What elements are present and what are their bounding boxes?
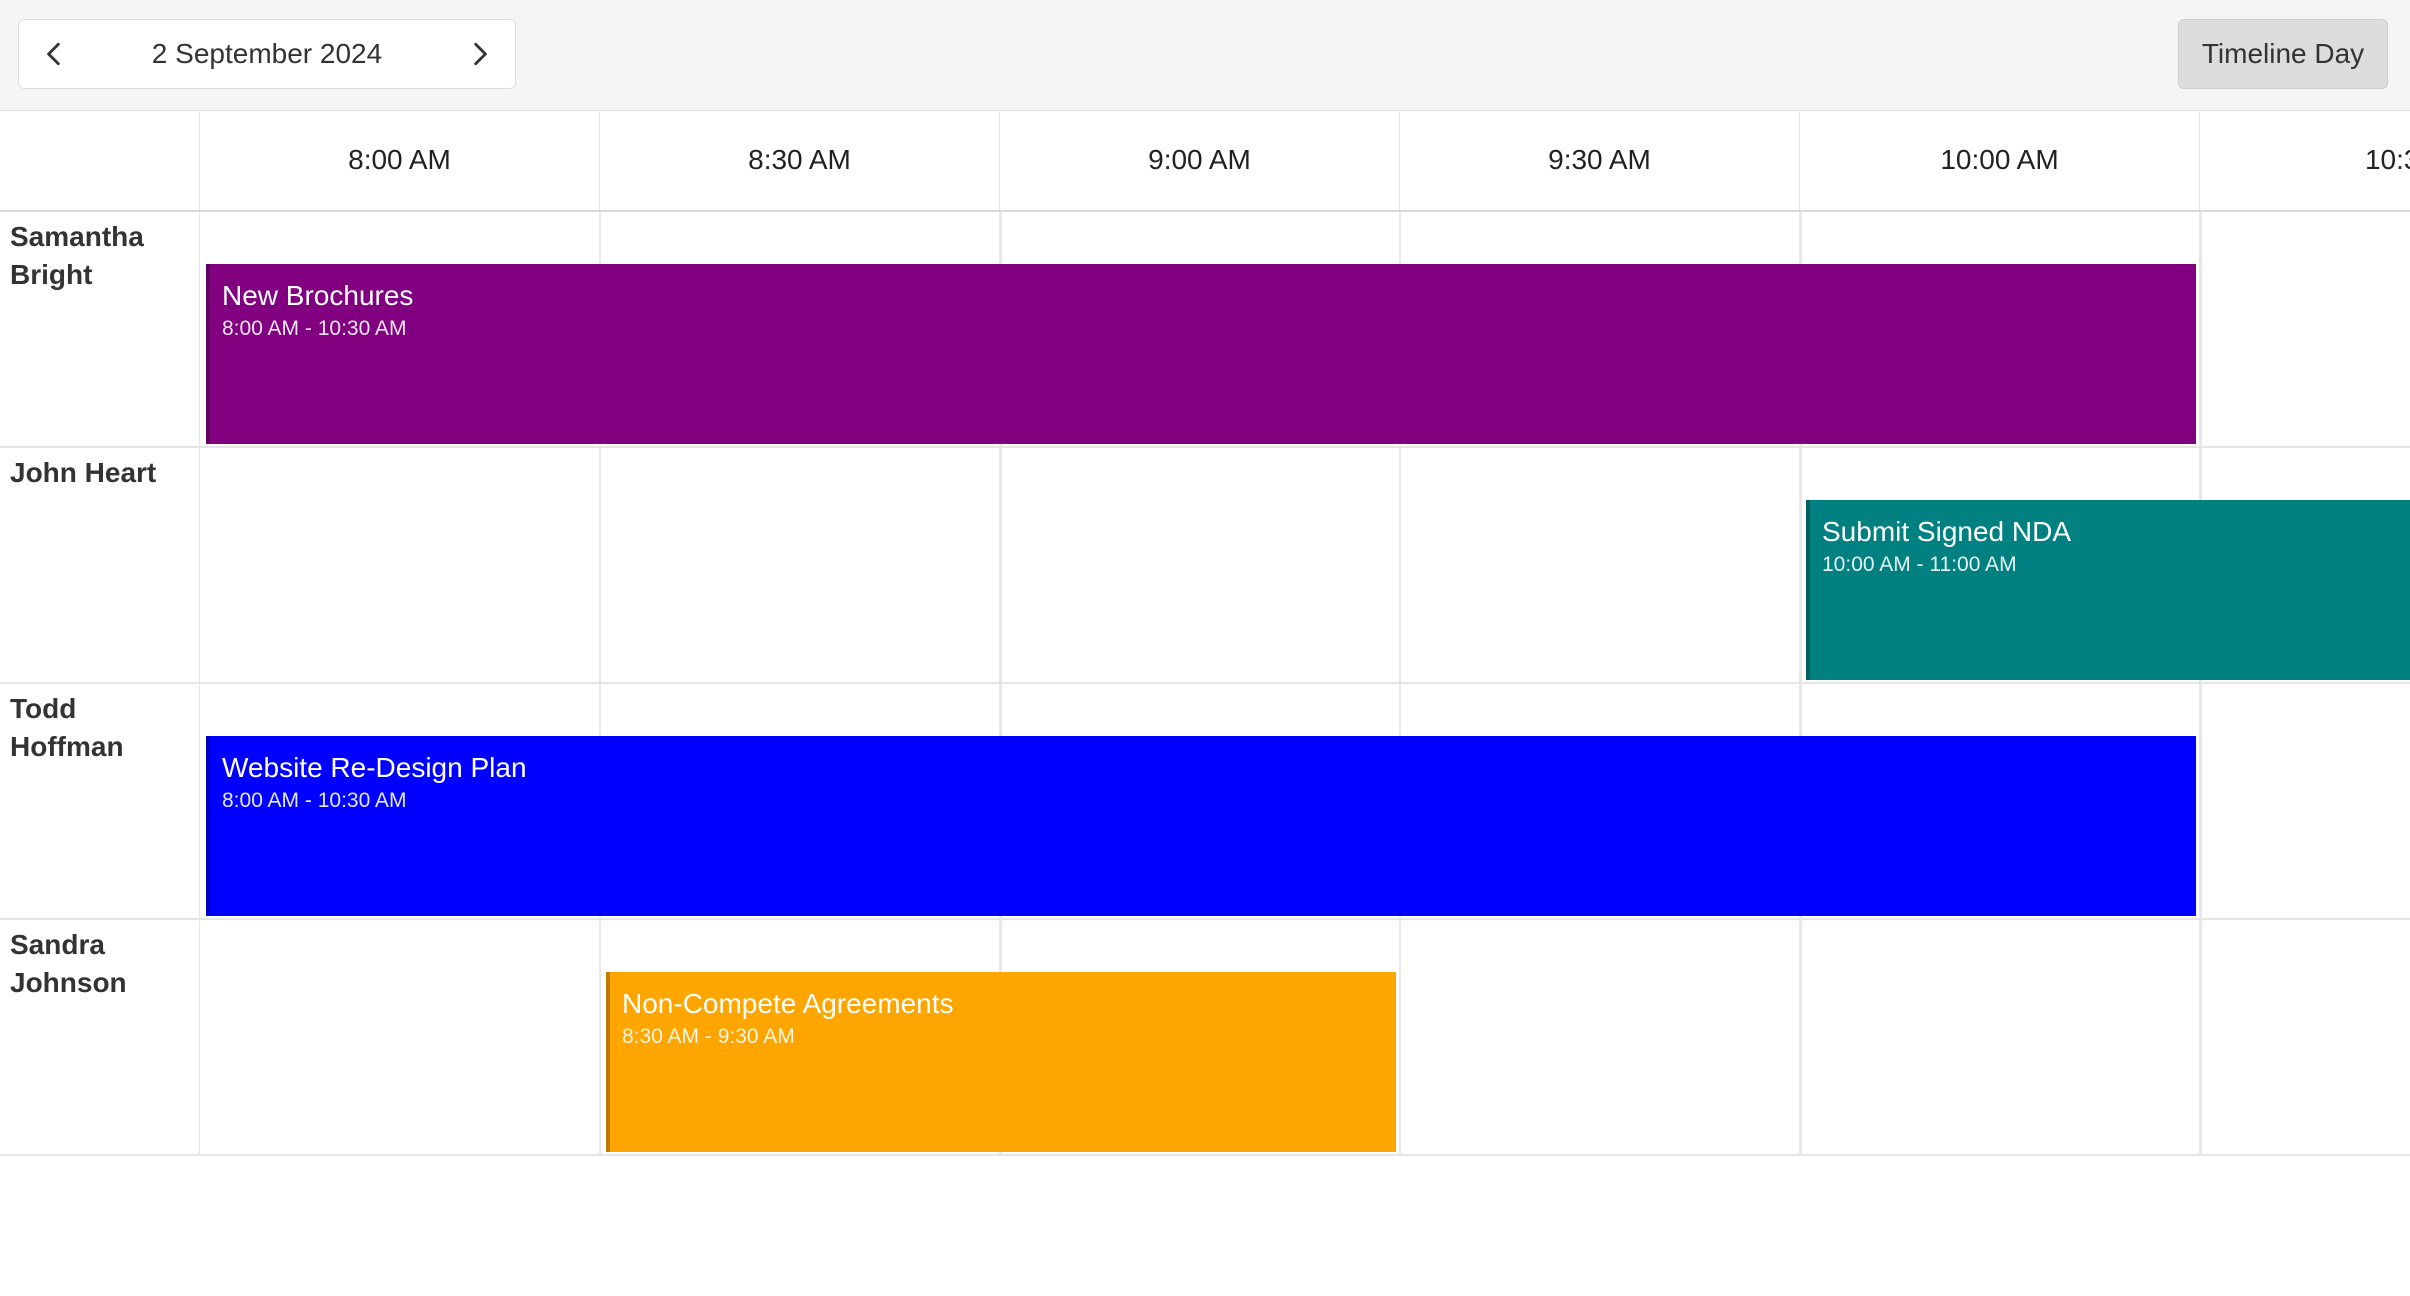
time-header: 8:00 AM 8:30 AM 9:00 AM 9:30 AM 10:00 AM… — [0, 110, 2410, 212]
row-divider — [199, 920, 200, 1154]
resource-rows: Samantha Bright New Brochures 8:00 AM - … — [0, 212, 2410, 1162]
slot-divider — [1399, 920, 1401, 1154]
appointment-new-brochures[interactable]: New Brochures 8:00 AM - 10:30 AM — [206, 264, 2196, 444]
slot-divider — [599, 920, 601, 1154]
appointment-title: Non-Compete Agreements — [622, 988, 954, 1019]
slot-divider — [2199, 212, 2202, 446]
timeline-scheduler: 8:00 AM 8:30 AM 9:00 AM 9:30 AM 10:00 AM… — [0, 110, 2410, 1160]
slot-divider — [2199, 920, 2202, 1154]
slot-divider — [599, 448, 601, 682]
chevron-right-icon — [474, 42, 487, 66]
row-divider — [199, 684, 200, 918]
slot-divider — [2199, 684, 2202, 918]
row-divider — [199, 448, 200, 682]
time-slot-header: 10:00 AM — [1800, 110, 2200, 210]
date-navigator: 2 September 2024 — [18, 19, 516, 89]
appointment-time: 10:00 AM - 11:00 AM — [1822, 553, 2017, 576]
row-divider — [199, 212, 200, 446]
appointment-submit-signed-nda[interactable]: Submit Signed NDA 10:00 AM - 11:00 AM — [1806, 500, 2410, 680]
chevron-left-icon — [47, 42, 60, 66]
appointment-title: Website Re-Design Plan — [222, 752, 527, 783]
slot-divider — [999, 448, 1002, 682]
current-date-label[interactable]: 2 September 2024 — [89, 20, 445, 88]
slot-divider — [1799, 920, 1802, 1154]
resource-row: Samantha Bright New Brochures 8:00 AM - … — [0, 212, 2410, 448]
resource-row: Todd Hoffman Website Re-Design Plan 8:00… — [0, 684, 2410, 920]
slot-divider — [1399, 448, 1401, 682]
appointment-website-redesign-plan[interactable]: Website Re-Design Plan 8:00 AM - 10:30 A… — [206, 736, 2196, 916]
previous-date-button[interactable] — [19, 20, 89, 88]
time-slot-header: 8:00 AM — [200, 110, 600, 210]
scheduler-toolbar: 2 September 2024 Timeline Day — [0, 0, 2410, 111]
appointment-time: 8:00 AM - 10:30 AM — [222, 789, 407, 812]
time-slot-header: 8:30 AM — [600, 110, 1000, 210]
resource-name: John Heart — [10, 457, 157, 488]
appointment-title: New Brochures — [222, 280, 414, 311]
appointment-title: Submit Signed NDA — [1822, 516, 2072, 547]
appointment-time: 8:00 AM - 10:30 AM — [222, 317, 407, 340]
next-date-button[interactable] — [445, 20, 515, 88]
time-slot-header: 10:30 — [2364, 144, 2410, 175]
time-slot-header: 9:00 AM — [1000, 110, 1400, 210]
header-corner-cell — [0, 110, 200, 210]
slot-divider — [1799, 448, 1802, 682]
resource-name: Todd Hoffman — [10, 693, 124, 762]
appointment-non-compete-agreements[interactable]: Non-Compete Agreements 8:30 AM - 9:30 AM — [606, 972, 1396, 1152]
appointment-time: 8:30 AM - 9:30 AM — [622, 1025, 795, 1048]
resource-row: John Heart Submit Signed NDA 10:00 AM - … — [0, 448, 2410, 684]
resource-row: Sandra Johnson Non-Compete Agreements 8:… — [0, 920, 2410, 1156]
resource-name: Samantha Bright — [10, 221, 144, 290]
resource-name: Sandra Johnson — [10, 929, 127, 998]
view-switcher-button[interactable]: Timeline Day — [2178, 19, 2388, 89]
time-slot-header: 9:30 AM — [1400, 110, 1800, 210]
